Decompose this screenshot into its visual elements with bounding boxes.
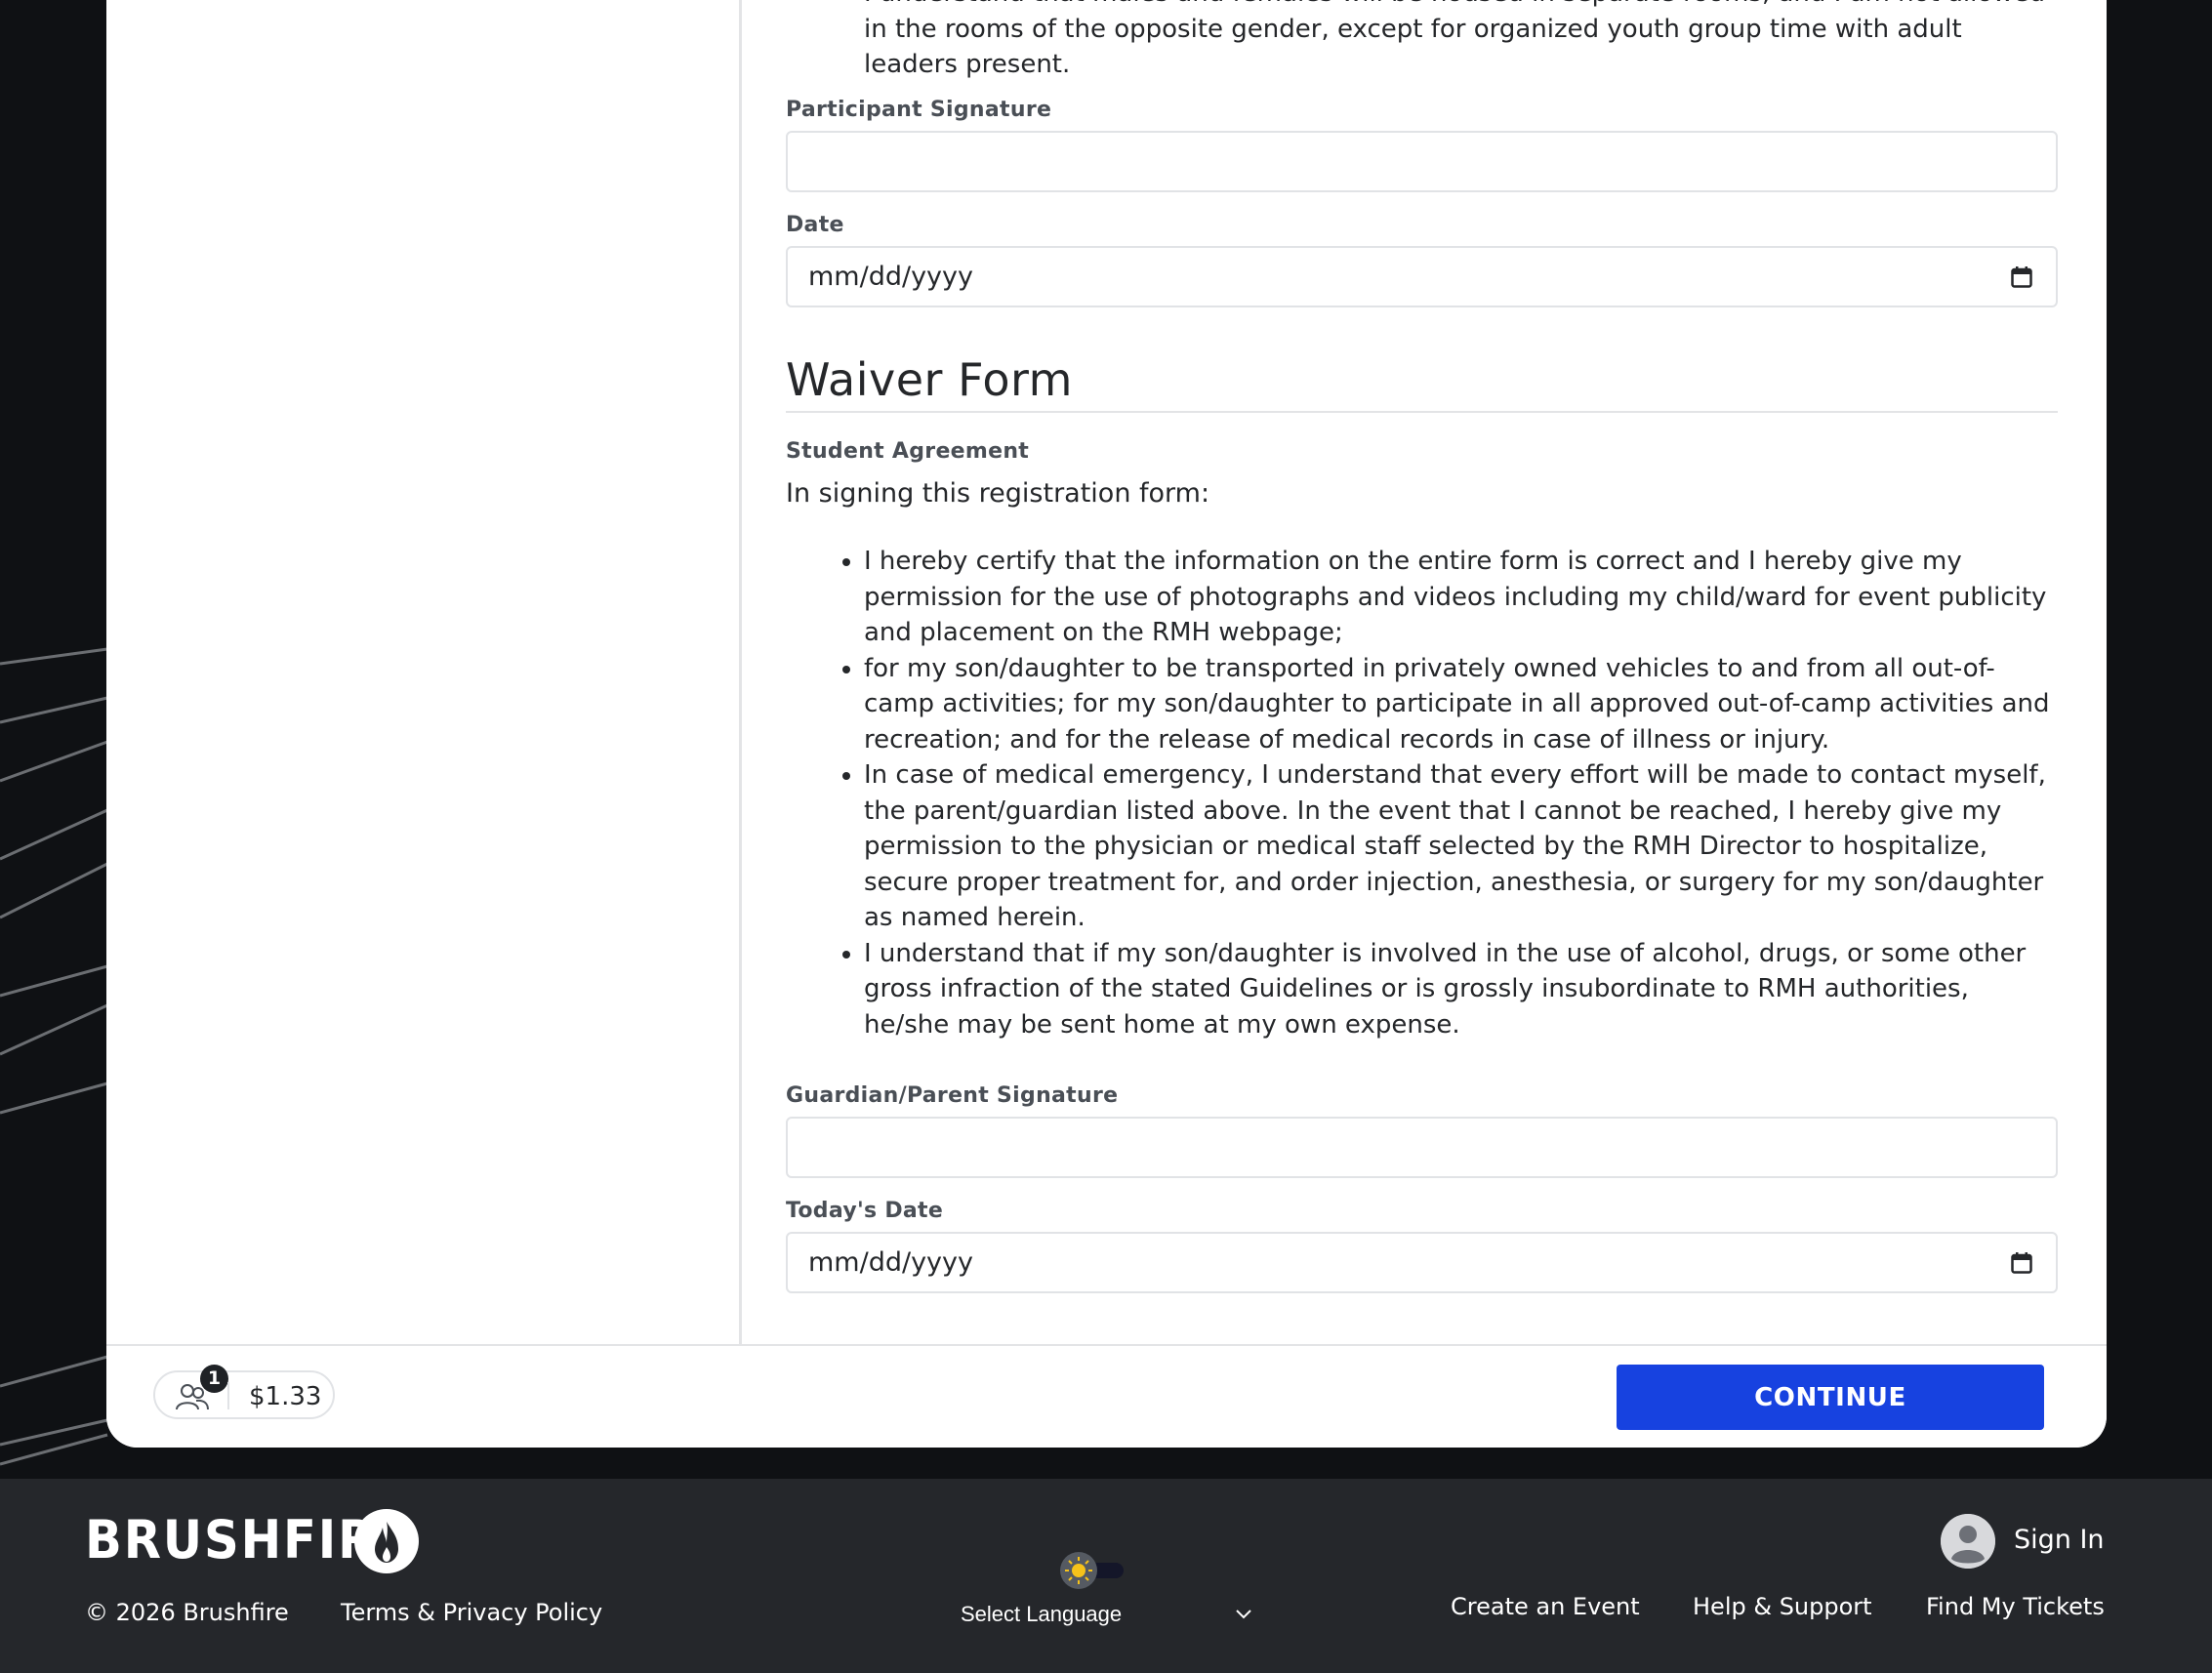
previous-agreement-tail: I understand that males and females will… xyxy=(786,0,2058,80)
guardian-signature-label: Guardian/Parent Signature xyxy=(786,1083,1119,1108)
agreement-list: I hereby certify that the information on… xyxy=(786,544,2058,1042)
theme-toggle[interactable] xyxy=(1057,1551,1127,1590)
guardian-signature-input[interactable] xyxy=(786,1117,2058,1178)
todays-date-label: Today's Date xyxy=(786,1199,944,1223)
find-tickets-link[interactable]: Find My Tickets xyxy=(1926,1593,2105,1620)
student-agreement-label: Student Agreement xyxy=(786,439,1030,464)
list-item: I hereby certify that the information on… xyxy=(864,544,2058,651)
date-label: Date xyxy=(786,213,844,237)
date-placeholder: mm/dd/yyyy xyxy=(808,262,973,292)
calendar-icon[interactable] xyxy=(2011,1252,2032,1274)
language-select[interactable]: Select Language xyxy=(961,1602,1122,1627)
attendee-count-badge: 1 xyxy=(200,1365,228,1393)
cart-total: $1.33 xyxy=(249,1382,322,1411)
list-item: I understand that males and females will… xyxy=(864,0,2058,80)
calendar-icon[interactable] xyxy=(2011,266,2032,288)
list-item: In case of medical emergency, I understa… xyxy=(864,757,2058,936)
checkout-bar: 1 $1.33 CONTINUE xyxy=(106,1344,2107,1448)
cart-summary[interactable]: 1 $1.33 xyxy=(153,1365,335,1419)
agreement-intro: In signing this registration form: xyxy=(786,478,1210,509)
date-placeholder: mm/dd/yyyy xyxy=(808,1247,973,1278)
registration-card: I understand that males and females will… xyxy=(106,0,2107,1448)
site-footer: BRUSHFIRE © 2026 Brushfire Terms & Priva… xyxy=(0,1479,2212,1673)
participant-signature-input[interactable] xyxy=(786,131,2058,192)
user-avatar-icon[interactable] xyxy=(1941,1514,1995,1569)
copyright: © 2026 Brushfire xyxy=(85,1599,289,1626)
list-item: I understand that if my son/daughter is … xyxy=(864,936,2058,1043)
create-event-link[interactable]: Create an Event xyxy=(1451,1593,1640,1620)
help-support-link[interactable]: Help & Support xyxy=(1693,1593,1872,1620)
column-divider xyxy=(739,0,742,1344)
waiver-form-title: Waiver Form xyxy=(786,353,1073,406)
brushfire-flame-logo-icon[interactable] xyxy=(353,1508,420,1574)
sign-in-link[interactable]: Sign In xyxy=(2014,1525,2105,1555)
date-input[interactable]: mm/dd/yyyy xyxy=(786,246,2058,307)
title-divider xyxy=(786,411,2058,413)
list-item: for my son/daughter to be transported in… xyxy=(864,651,2058,758)
pill-divider xyxy=(227,1382,229,1409)
terms-link[interactable]: Terms & Privacy Policy xyxy=(341,1599,602,1626)
continue-button[interactable]: CONTINUE xyxy=(1617,1365,2044,1430)
todays-date-input[interactable]: mm/dd/yyyy xyxy=(786,1232,2058,1293)
chevron-down-icon[interactable] xyxy=(1234,1608,1253,1621)
participant-signature-label: Participant Signature xyxy=(786,98,1052,122)
